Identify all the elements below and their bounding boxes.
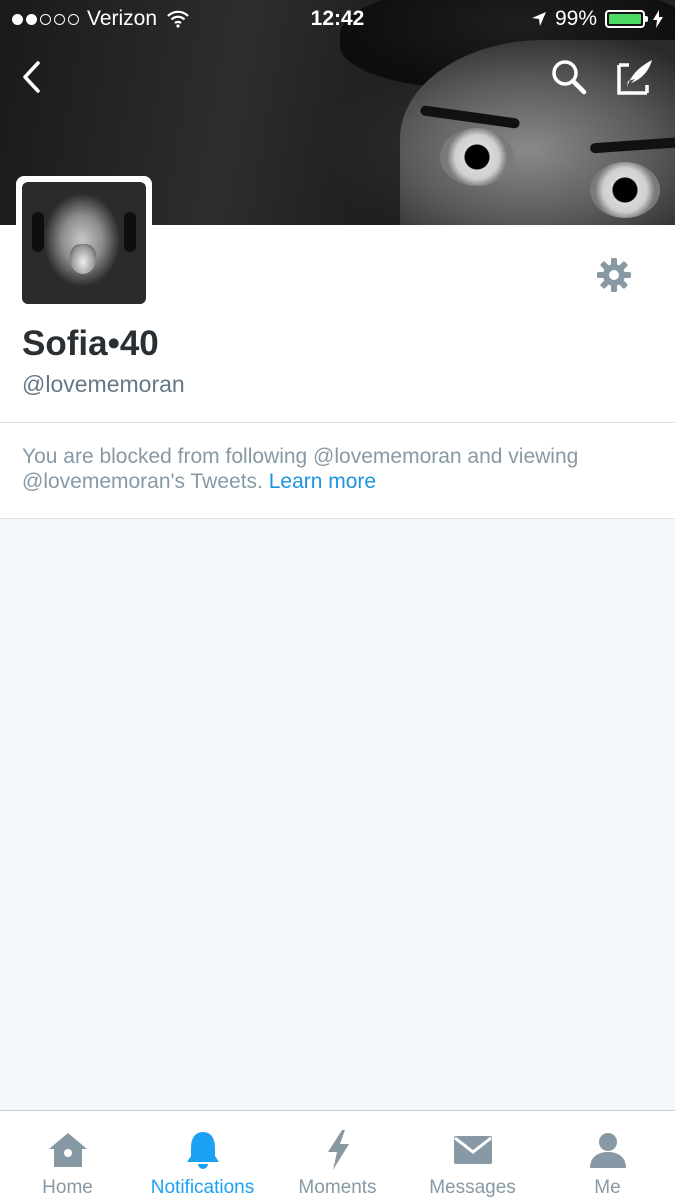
lightning-icon — [325, 1127, 351, 1173]
banner-eye-right — [590, 162, 660, 218]
tab-bar: Home Notifications Moments Messages Me — [0, 1110, 675, 1201]
person-icon — [589, 1127, 627, 1173]
search-icon — [550, 58, 588, 96]
profile-avatar[interactable] — [16, 176, 152, 310]
avatar-mouth — [70, 244, 96, 274]
status-right: 99% — [531, 7, 663, 31]
bell-icon — [185, 1127, 221, 1173]
envelope-icon — [453, 1127, 493, 1173]
avatar-headphone-right — [124, 212, 136, 252]
blocked-notice: You are blocked from following @lovememo… — [0, 423, 675, 519]
tab-home[interactable]: Home — [0, 1111, 135, 1201]
charging-bolt-icon — [653, 10, 663, 28]
tab-label: Me — [594, 1177, 621, 1198]
tab-notifications[interactable]: Notifications — [135, 1111, 270, 1201]
chevron-left-icon — [20, 60, 44, 94]
location-arrow-icon — [531, 11, 547, 27]
compose-tweet-button[interactable] — [613, 55, 657, 99]
avatar-image — [22, 182, 146, 304]
status-bar: Verizon 12:42 99% — [0, 0, 675, 38]
gear-icon — [596, 257, 632, 293]
battery-icon — [605, 10, 648, 28]
home-icon — [47, 1127, 89, 1173]
blocked-notice-text-wrap: You are blocked from following @lovememo… — [22, 444, 642, 494]
avatar-headphone-left — [32, 212, 44, 252]
tab-messages[interactable]: Messages — [405, 1111, 540, 1201]
banner-eye-left — [440, 128, 514, 186]
tab-moments[interactable]: Moments — [270, 1111, 405, 1201]
tab-label: Notifications — [150, 1177, 255, 1198]
battery-percent: 99% — [554, 7, 597, 30]
tab-label: Home — [42, 1177, 93, 1198]
profile-handle: @lovememoran — [22, 371, 185, 397]
profile-display-name: Sofia•40 — [22, 324, 159, 363]
back-button[interactable] — [10, 55, 54, 99]
search-button[interactable] — [547, 55, 591, 99]
learn-more-link[interactable]: Learn more — [269, 470, 376, 493]
tab-me[interactable]: Me — [540, 1111, 675, 1201]
tab-label: Moments — [298, 1177, 377, 1198]
tab-label: Messages — [429, 1177, 516, 1198]
battery-level — [609, 14, 641, 24]
compose-icon — [615, 57, 655, 97]
profile-settings-button[interactable] — [594, 255, 634, 295]
